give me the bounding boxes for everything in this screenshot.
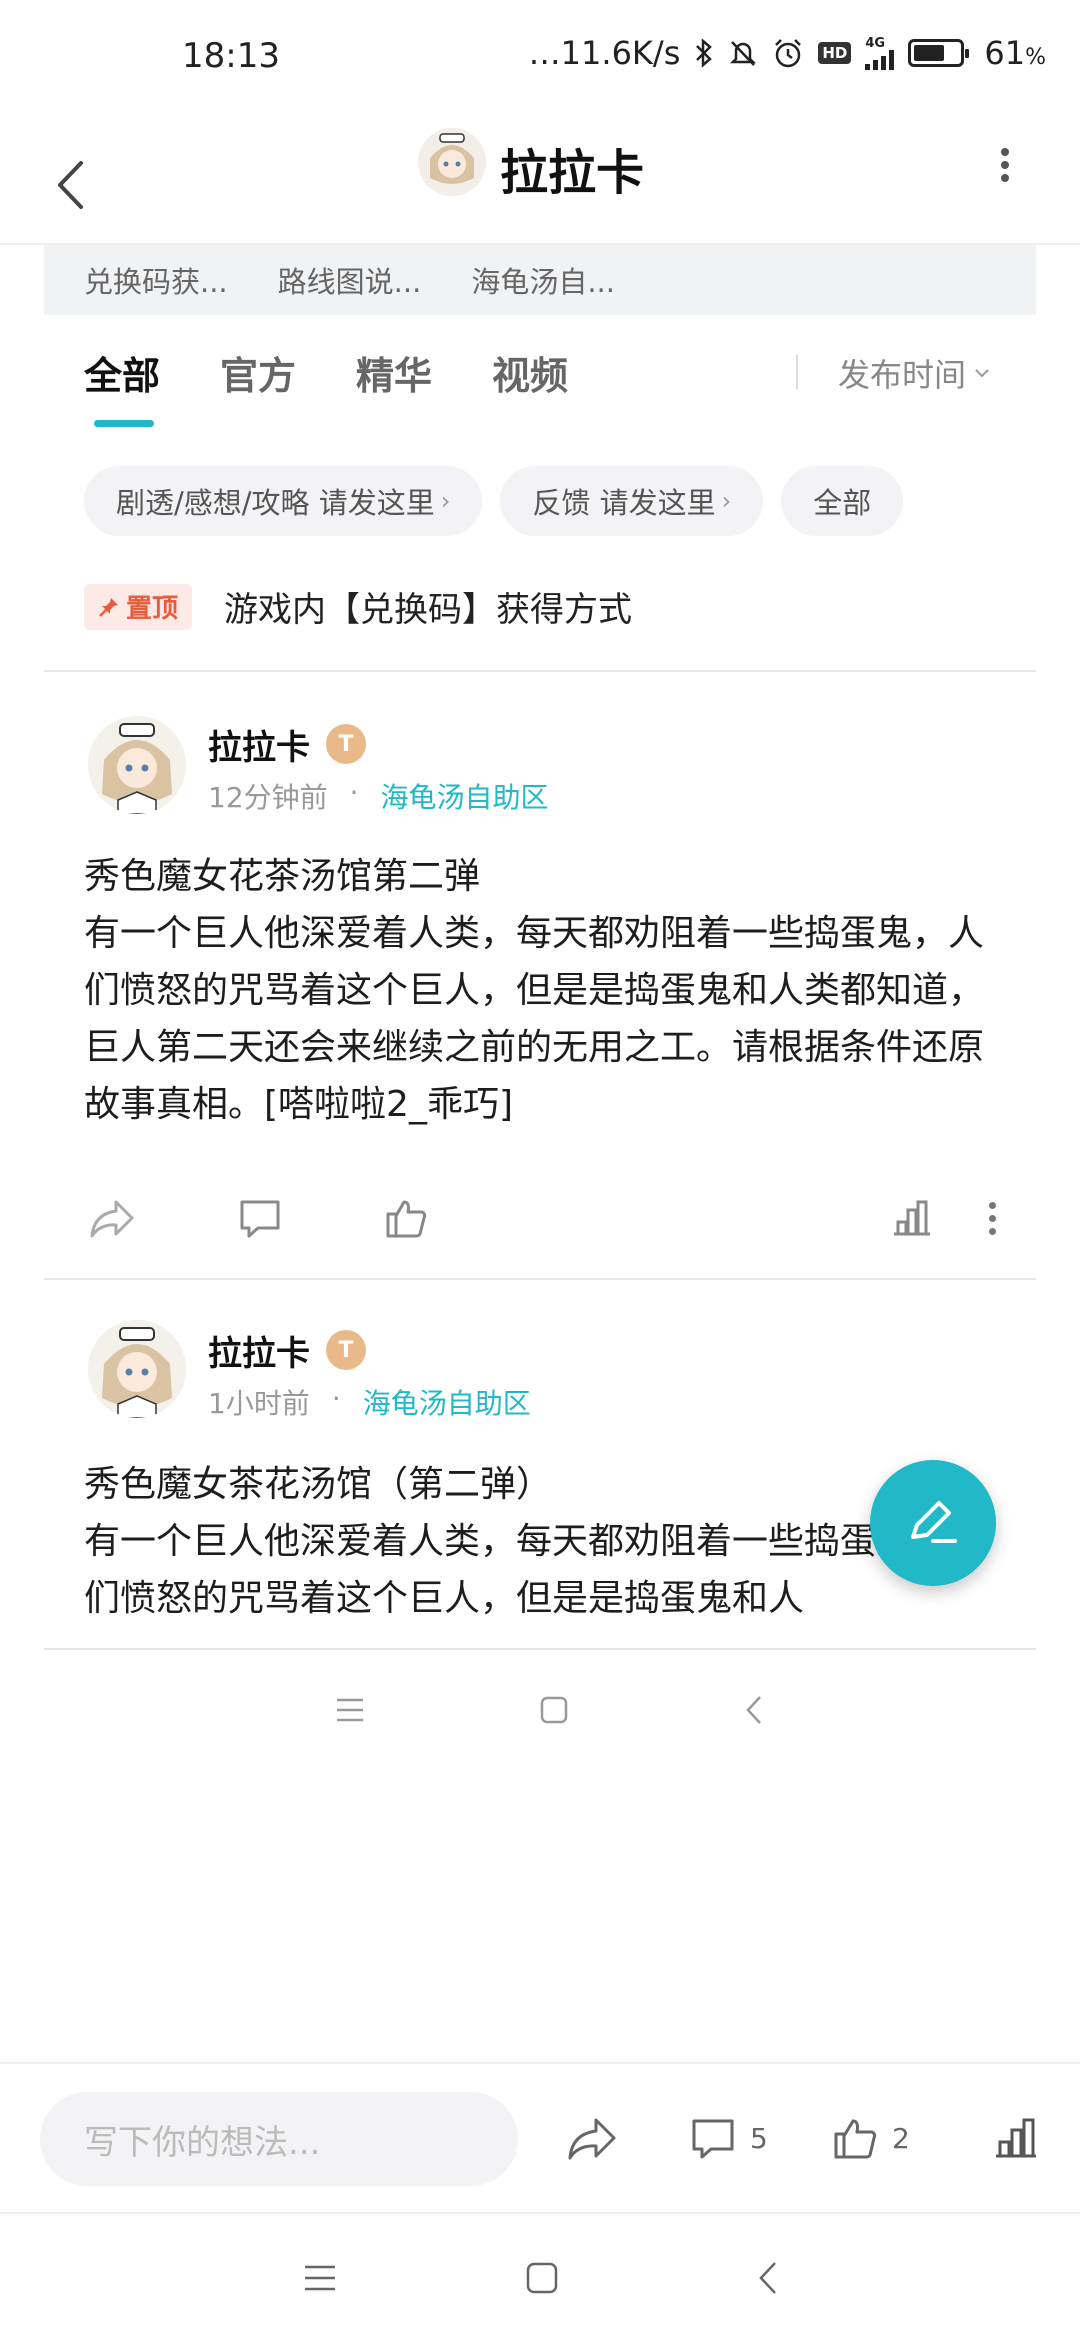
new-post-button[interactable] [870,1460,996,1586]
stats-button[interactable] [994,2106,1038,2170]
divider [44,1278,1036,1280]
quick-link-item[interactable]: 兑换码获... [84,259,228,301]
chevron-down-icon [975,369,989,378]
author-name[interactable]: 拉拉卡 [208,720,310,769]
pin-icon [99,597,118,617]
system-menu-button[interactable] [290,2248,350,2308]
forum-avatar[interactable] [418,128,486,196]
stats-button[interactable] [892,1188,932,1248]
tab-official[interactable]: 官方 [220,345,296,400]
tab-bar: 全部 官方 精华 视频 [84,345,568,400]
alarm-icon [772,37,804,69]
square-icon [540,1696,568,1724]
square-icon [526,2262,558,2294]
level-badge: T [326,724,366,764]
system-navigation-bar [0,2212,1080,2340]
chevron-left-icon [746,1696,761,1724]
menu-icon [337,1698,363,1722]
quick-links-strip: 兑换码获... 路线图说... 海龟汤自... [44,245,1036,315]
chip-spoilers[interactable]: 剧透/感想/攻略 请发这里 › [84,466,483,536]
post-actions [84,1188,1014,1248]
back-button[interactable] [40,140,100,230]
bar-chart-icon [894,1200,930,1236]
chevron-right-icon: › [440,487,451,515]
post-more-button[interactable] [982,1188,1002,1248]
quick-link-item[interactable]: 海龟汤自... [471,259,615,301]
like-button[interactable] [384,1188,428,1248]
meta-separator: · [331,1382,341,1415]
author-avatar[interactable] [88,1320,186,1418]
bluetooth-icon [694,38,714,68]
quick-link-item[interactable]: 路线图说... [278,259,422,301]
more-options-button[interactable] [990,140,1020,190]
battery-level: 61% [984,34,1046,72]
pinned-badge: 置顶 [84,583,193,630]
meta-separator: · [349,776,359,809]
sort-label: 发布时间 [838,356,967,394]
hd-icon: HD [818,42,852,64]
tab-featured[interactable]: 精华 [356,345,432,400]
post-content[interactable]: 秀色魔女花茶汤馆第二弹 有一个巨人他深爱着人类，每天都劝阻着一些捣蛋鬼，人们愤怒… [84,848,1014,1133]
author-avatar[interactable] [88,716,186,814]
post-time: 12分钟前 [208,781,328,814]
chevron-right-icon: › [721,487,732,515]
status-time: 18:13 [182,36,280,76]
chip-feedback[interactable]: 反馈 请发这里 › [500,466,764,536]
thumbs-up-icon [834,2119,877,2159]
bar-chart-icon [996,2118,1036,2158]
divider [796,355,798,389]
menu-icon [305,2265,335,2291]
post-time: 1小时前 [208,1387,310,1420]
comment-icon [240,1200,280,1238]
share-icon [568,2118,616,2160]
divider [44,670,1036,672]
tab-all[interactable]: 全部 [84,345,160,400]
post-meta: 12分钟前 · 海龟汤自助区 [208,776,549,816]
page-title: 拉拉卡 [500,145,645,201]
chip-all[interactable]: 全部 [781,466,904,536]
share-icon [90,1200,134,1238]
signal-icon: 4G [865,37,895,70]
comment-count-button[interactable]: 5 [690,2106,768,2170]
level-badge: T [326,1330,366,1370]
post-meta: 1小时前 · 海龟汤自助区 [208,1382,531,1422]
status-indicators: …11.6K/s HD 4G 61% [529,34,1046,72]
comment-count: 5 [750,2121,768,2155]
sort-dropdown[interactable]: 发布时间 [838,350,990,396]
status-bar: 18:13 …11.6K/s HD 4G 61% [0,0,1080,120]
comment-button[interactable] [238,1188,282,1248]
pinned-title: 游戏内【兑换码】获得方式 [224,590,633,630]
like-count-button[interactable]: 2 [832,2106,910,2170]
filter-chips: 剧透/感想/攻略 请发这里 › 反馈 请发这里 › 全部 [84,466,904,536]
network-speed: …11.6K/s [528,34,681,72]
like-count: 2 [892,2121,910,2155]
share-button[interactable] [88,1188,136,1248]
bell-muted-icon [728,38,758,68]
battery-icon [908,39,970,67]
pen-icon [911,1501,957,1543]
home-button[interactable] [524,1680,584,1740]
active-tab-indicator [94,420,154,427]
nav-back-button[interactable] [724,1680,784,1740]
comment-bar: 写下你的想法... 5 2 [0,2062,1080,2212]
thumbs-up-icon [386,1200,427,1238]
system-home-button[interactable] [512,2248,572,2308]
author-name[interactable]: 拉拉卡 [208,1326,310,1375]
embedded-navigation-bar [44,1648,1036,1768]
comment-input[interactable]: 写下你的想法... [40,2092,518,2186]
system-back-button[interactable] [738,2248,798,2308]
tab-video[interactable]: 视频 [492,345,568,400]
chevron-left-icon [759,2262,776,2294]
chevron-left-icon [58,161,83,209]
pinned-post[interactable]: 置顶 游戏内【兑换码】获得方式 [84,582,632,631]
comment-icon [692,2119,734,2159]
forum-link[interactable]: 海龟汤自助区 [363,1382,531,1422]
share-button[interactable] [566,2106,618,2170]
menu-button[interactable] [320,1680,380,1740]
forum-link[interactable]: 海龟汤自助区 [381,776,549,816]
